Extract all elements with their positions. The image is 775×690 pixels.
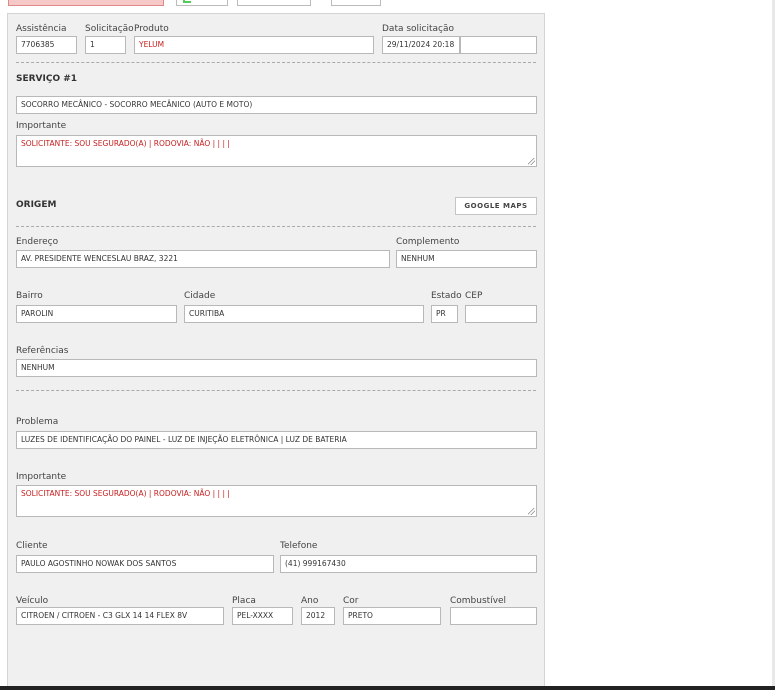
importante-label: Importante — [16, 121, 67, 131]
top-action-button-check[interactable] — [176, 0, 228, 6]
divider — [16, 62, 536, 63]
endereco-field[interactable]: AV. PRESIDENTE WENCESLAU BRAZ, 3221 — [16, 250, 390, 268]
estado-field[interactable]: PR — [431, 305, 458, 323]
cor-label: Cor — [343, 596, 359, 606]
resize-grip-icon[interactable] — [528, 158, 535, 165]
placa-field[interactable]: PEL-XXXX — [232, 607, 293, 625]
complemento-label: Complemento — [396, 237, 460, 247]
ano-field[interactable]: 2012 — [301, 607, 335, 625]
importante-text: SOLICITANTE: SOU SEGURADO(A) | RODOVIA: … — [21, 139, 230, 148]
problema-label: Problema — [16, 417, 59, 427]
hora-solicitacao-field[interactable] — [460, 36, 537, 54]
cliente-field[interactable]: PAULO AGOSTINHO NOWAK DOS SANTOS — [16, 555, 274, 573]
endereco-label: Endereço — [16, 237, 59, 247]
servico-field[interactable]: SOCORRO MECÂNICO - SOCORRO MECÂNICO (AUT… — [16, 96, 537, 114]
bairro-field[interactable]: PAROLIN — [16, 305, 177, 323]
complemento-field[interactable]: NENHUM — [396, 250, 537, 268]
resize-grip-icon[interactable] — [528, 508, 535, 515]
servico-title: SERVIÇO #1 — [16, 74, 78, 84]
importante-label: Importante — [16, 472, 67, 482]
veiculo-field[interactable]: CITROEN / CITROEN - C3 GLX 14 14 FLEX 8V — [16, 607, 224, 625]
data-solicitacao-label: Data solicitação — [382, 24, 455, 34]
combustivel-label: Combustível — [450, 596, 507, 606]
top-action-button[interactable] — [237, 0, 311, 6]
importante-textarea[interactable]: SOLICITANTE: SOU SEGURADO(A) | RODOVIA: … — [16, 135, 537, 167]
cliente-label: Cliente — [16, 541, 48, 551]
placa-label: Placa — [232, 596, 256, 606]
estado-label: Estado — [431, 291, 462, 301]
produto-field[interactable]: YELUM — [134, 36, 374, 54]
bairro-label: Bairro — [16, 291, 43, 301]
assistencia-field[interactable]: 7706385 — [16, 36, 77, 54]
cep-label: CEP — [465, 291, 483, 301]
cep-field[interactable] — [465, 305, 537, 323]
cor-field[interactable]: PRETO — [343, 607, 441, 625]
telefone-label: Telefone — [280, 541, 318, 551]
ano-label: Ano — [301, 596, 319, 606]
referencias-label: Referências — [16, 346, 69, 356]
bottom-edge-bar — [0, 686, 775, 690]
telefone-field[interactable]: (41) 999167430 — [280, 555, 537, 573]
problema-field[interactable]: LUZES DE IDENTIFICAÇÃO DO PAINEL - LUZ D… — [16, 431, 537, 449]
referencias-field[interactable]: NENHUM — [16, 359, 537, 377]
divider — [16, 390, 536, 391]
divider — [16, 226, 536, 227]
data-solicitacao-field[interactable]: 29/11/2024 20:18 — [382, 36, 460, 54]
top-action-button-red[interactable] — [8, 0, 164, 6]
veiculo-label: Veículo — [16, 596, 49, 606]
cidade-label: Cidade — [184, 291, 216, 301]
form-panel — [7, 13, 545, 690]
solicitacao-label: Solicitação — [85, 24, 134, 34]
solicitacao-field[interactable]: 1 — [85, 36, 126, 54]
cidade-field[interactable]: CURITIBA — [184, 305, 424, 323]
assistencia-label: Assistência — [16, 24, 67, 34]
importante-text: SOLICITANTE: SOU SEGURADO(A) | RODOVIA: … — [21, 489, 230, 498]
top-action-button-small[interactable] — [331, 0, 381, 6]
check-icon — [183, 0, 191, 3]
combustivel-field[interactable] — [450, 607, 537, 625]
google-maps-button[interactable]: GOOGLE MAPS — [455, 197, 537, 215]
origem-title: ORIGEM — [16, 200, 57, 210]
importante-textarea[interactable]: SOLICITANTE: SOU SEGURADO(A) | RODOVIA: … — [16, 485, 537, 517]
produto-label: Produto — [134, 24, 169, 34]
